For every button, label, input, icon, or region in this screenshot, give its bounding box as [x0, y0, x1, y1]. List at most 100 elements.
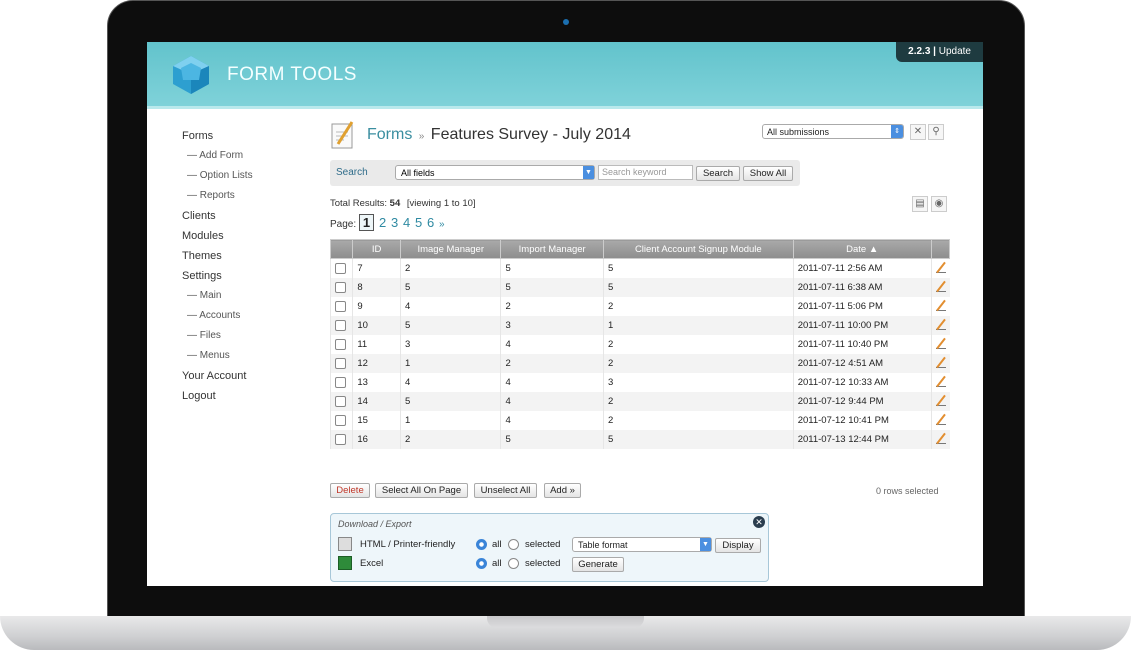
table-row[interactable]: 10 5 3 1 2011-07-11 10:00 PM [329, 316, 950, 335]
update-link[interactable]: Update [939, 46, 971, 57]
edit-pencil-icon[interactable] [935, 395, 946, 406]
sidebar-item-modules[interactable]: Modules [182, 226, 253, 246]
row-checkbox[interactable] [335, 300, 346, 312]
chevron-down-icon: ▼ [583, 166, 594, 179]
select-all-button[interactable]: Select All On Page [375, 483, 468, 498]
table-row[interactable]: 16 2 5 5 2011-07-13 12:44 PM [329, 430, 950, 449]
sidebar-item-accounts[interactable]: — Accounts [182, 306, 253, 326]
show-all-button[interactable]: Show All [743, 166, 793, 181]
table-row[interactable]: 15 1 4 2 2011-07-12 10:41 PM [329, 411, 950, 430]
edit-cell [930, 373, 950, 392]
row-checkbox-cell [329, 373, 353, 392]
html-selected-radio[interactable] [508, 539, 519, 550]
excel-selected-radio[interactable] [508, 558, 519, 569]
search-input[interactable]: Search keyword [598, 165, 693, 180]
table-cell: 2011-07-11 5:06 PM [792, 297, 932, 316]
sidebar-item-logout[interactable]: Logout [182, 386, 253, 406]
page-link[interactable]: 2 [379, 215, 386, 230]
column-header[interactable]: ID [352, 239, 401, 259]
display-button[interactable]: Display [715, 538, 761, 553]
edit-pencil-icon[interactable] [935, 338, 946, 349]
row-checkbox[interactable] [335, 262, 346, 274]
edit-pencil-icon[interactable] [935, 433, 946, 444]
format-select[interactable]: Table format ▼ [572, 537, 712, 552]
table-row[interactable]: 8 5 5 5 2011-07-11 6:38 AM [329, 278, 950, 297]
clipboard-icon[interactable]: ▤ [912, 196, 928, 212]
column-header[interactable]: Import Manager [500, 239, 604, 259]
sidebar-item-files[interactable]: — Files [182, 326, 253, 346]
table-cell: 2011-07-11 10:00 PM [792, 316, 932, 335]
sidebar-item-reports[interactable]: — Reports [182, 186, 253, 206]
clear-search-icon[interactable]: ✕ [910, 124, 926, 140]
edit-cell [930, 335, 950, 354]
table-row[interactable]: 12 1 2 2 2011-07-12 4:51 AM [329, 354, 950, 373]
export-panel: Download / Export ✕ HTML / Printer-frien… [330, 513, 769, 582]
export-row-html: HTML / Printer-friendly all selected Tab… [338, 537, 763, 553]
html-all-radio[interactable] [476, 539, 487, 550]
breadcrumb-forms[interactable]: Forms [367, 126, 412, 143]
table-cell: 2 [399, 258, 501, 278]
search-view-icon[interactable]: ⚲ [928, 124, 944, 140]
next-page-link[interactable]: » [439, 219, 445, 230]
sidebar-item-forms[interactable]: Forms [182, 126, 253, 146]
edit-pencil-icon[interactable] [935, 300, 946, 311]
row-checkbox[interactable] [335, 319, 346, 331]
page-link[interactable]: 5 [415, 215, 422, 230]
edit-pencil-icon[interactable] [935, 376, 946, 387]
delete-button[interactable]: Delete [330, 483, 370, 498]
generate-button[interactable]: Generate [572, 557, 624, 572]
row-checkbox[interactable] [335, 414, 346, 426]
edit-column-header [930, 239, 951, 259]
table-row[interactable]: 13 4 4 3 2011-07-12 10:33 AM [329, 373, 950, 392]
row-checkbox-cell [329, 392, 353, 411]
all-label: all [492, 558, 502, 569]
view-select[interactable]: All submissions ⇕ [762, 124, 904, 139]
page-link[interactable]: 3 [391, 215, 398, 230]
sidebar-item-your-account[interactable]: Your Account [182, 366, 253, 386]
edit-pencil-icon[interactable] [935, 281, 946, 292]
table-cell: 5 [399, 278, 501, 297]
excel-all-radio[interactable] [476, 558, 487, 569]
sidebar-item-option-lists[interactable]: — Option Lists [182, 166, 253, 186]
table-row[interactable]: 9 4 2 2 2011-07-11 5:06 PM [329, 297, 950, 316]
row-checkbox-cell [329, 297, 353, 316]
table-cell: 11 [352, 335, 401, 354]
table-cell: 1 [399, 354, 501, 373]
row-checkbox[interactable] [335, 376, 346, 388]
table-row[interactable]: 7 2 5 5 2011-07-11 2:56 AM [329, 258, 950, 278]
sidebar-item-menus[interactable]: — Menus [182, 346, 253, 366]
column-header[interactable]: Date ▲ [792, 239, 932, 259]
row-checkbox[interactable] [335, 433, 346, 445]
table-cell: 2011-07-11 2:56 AM [792, 258, 932, 278]
edit-pencil-icon[interactable] [935, 414, 946, 425]
close-icon[interactable]: ✕ [753, 516, 765, 528]
sidebar-item-settings[interactable]: Settings [182, 266, 253, 286]
pagination: Page: 1 2 3 4 5 6 » [330, 214, 445, 231]
sidebar-item-add-form[interactable]: — Add Form [182, 146, 253, 166]
globe-icon[interactable]: ◉ [931, 196, 947, 212]
row-checkbox-cell [329, 411, 353, 430]
search-field-select[interactable]: All fields ▼ [395, 165, 595, 180]
search-label: Search [336, 167, 368, 178]
row-checkbox[interactable] [335, 395, 346, 407]
table-row[interactable]: 11 3 4 2 2011-07-11 10:40 PM [329, 335, 950, 354]
page-link[interactable]: 6 [427, 215, 434, 230]
page-link[interactable]: 4 [403, 215, 410, 230]
edit-pencil-icon[interactable] [935, 262, 946, 273]
unselect-all-button[interactable]: Unselect All [474, 483, 537, 498]
row-checkbox[interactable] [335, 281, 346, 293]
edit-pencil-icon[interactable] [935, 319, 946, 330]
sidebar-item-main[interactable]: — Main [182, 286, 253, 306]
table-row[interactable]: 14 5 4 2 2011-07-12 9:44 PM [329, 392, 950, 411]
column-header[interactable]: Image Manager [399, 239, 502, 259]
all-label: all [492, 539, 502, 550]
add-button[interactable]: Add » [544, 483, 581, 498]
column-header[interactable]: Client Account Signup Module [602, 239, 794, 259]
edit-cell [930, 316, 950, 335]
sidebar-item-clients[interactable]: Clients [182, 206, 253, 226]
row-checkbox[interactable] [335, 338, 346, 350]
edit-pencil-icon[interactable] [935, 357, 946, 368]
search-button[interactable]: Search [696, 166, 740, 181]
row-checkbox[interactable] [335, 357, 346, 369]
sidebar-item-themes[interactable]: Themes [182, 246, 253, 266]
